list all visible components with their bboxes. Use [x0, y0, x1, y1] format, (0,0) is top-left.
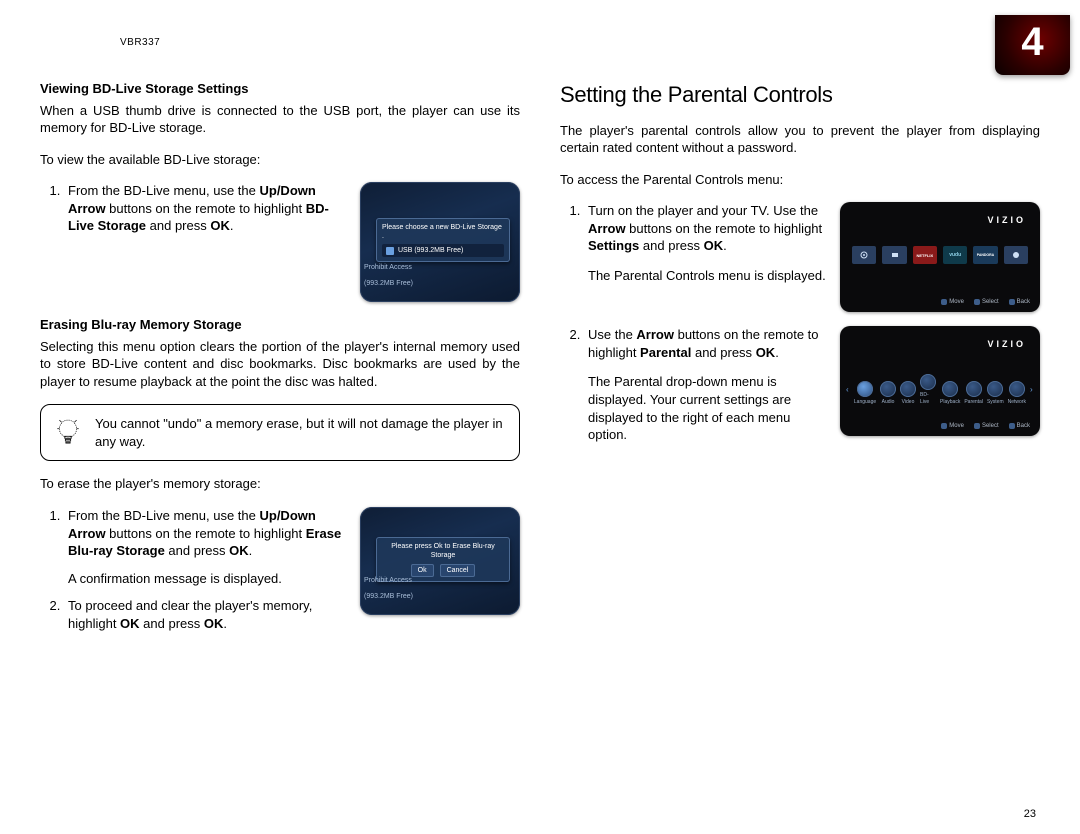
vizio-logo: VIZIO	[987, 214, 1026, 226]
thumb-usb-label: USB (993.2MB Free)	[398, 246, 463, 255]
thumb-side-label: Prohibit Access	[364, 263, 412, 272]
thumb-cancel-button: Cancel	[440, 564, 476, 577]
settings-icon-audio: Audio	[880, 381, 896, 406]
app-tile-pandora: PANDORA	[973, 246, 997, 264]
right-column: Setting the Parental Controls The player…	[560, 80, 1040, 804]
usb-icon	[386, 247, 394, 255]
app-tile-vudu: vudu	[943, 246, 967, 264]
app-tile-settings	[852, 246, 876, 264]
app-tile	[882, 246, 906, 264]
page-number: 23	[1024, 807, 1036, 822]
nav-hint-back: Back	[1009, 298, 1030, 306]
body-text: The player's parental controls allow you…	[560, 122, 1040, 157]
step-row-parental-1: Turn on the player and your TV. Use the …	[560, 202, 1040, 312]
settings-icon-parental: Parental	[964, 381, 983, 406]
vizio-logo: VIZIO	[987, 338, 1026, 350]
lead-text: To erase the player's memory storage:	[40, 475, 520, 493]
body-text: Selecting this menu option clears the po…	[40, 338, 520, 391]
nav-hint-back: Back	[1009, 422, 1030, 430]
screenshot-erase-storage: Please press Ok to Erase Blu-ray Storage…	[360, 507, 520, 615]
tip-callout: You cannot "undo" a memory erase, but it…	[40, 404, 520, 461]
step-item: To proceed and clear the player's memory…	[64, 597, 346, 632]
body-text: When a USB thumb drive is connected to t…	[40, 102, 520, 137]
thumb-msg: Please choose a new BD-Live Storage .	[382, 223, 504, 241]
settings-icon-network: Network	[1008, 381, 1026, 406]
step-row-parental-2: Use the Arrow buttons on the remote to h…	[560, 326, 1040, 455]
lead-text: To view the available BD-Live storage:	[40, 151, 520, 169]
nav-hint-select: Select	[974, 298, 999, 306]
model-number: VBR337	[120, 36, 160, 50]
step-item: Turn on the player and your TV. Use the …	[584, 202, 826, 284]
screenshot-vizio-home: VIZIO NETFLIX vudu PANDORA M	[840, 202, 1040, 312]
step-row-2: From the BD-Live menu, use the Up/Down A…	[40, 507, 520, 644]
thumb-msg: Please press Ok to Erase Blu-ray Storage	[382, 542, 504, 560]
settings-icon-video: Video	[900, 381, 916, 406]
thumb-side-label: Prohibit Access	[364, 576, 412, 585]
nav-hint-select: Select	[974, 422, 999, 430]
screenshot-bdlive-storage: Please choose a new BD-Live Storage . US…	[360, 182, 520, 302]
app-tile-netflix: NETFLIX	[913, 246, 937, 264]
step-item: From the BD-Live menu, use the Up/Down A…	[64, 182, 346, 235]
nav-hint-move: Move	[941, 298, 964, 306]
thumb-side-label: (993.2MB Free)	[364, 279, 413, 288]
settings-icon-bdlive: BD-Live	[920, 374, 936, 406]
settings-icon-language: Language	[854, 381, 876, 406]
section-head-erase: Erasing Blu-ray Memory Storage	[40, 316, 520, 334]
thumb-side-label: (993.2MB Free)	[364, 592, 413, 601]
step-after: The Parental drop-down menu is displayed…	[588, 374, 791, 442]
chapter-tab: 4	[995, 15, 1070, 75]
screenshot-vizio-settings: VIZIO ‹ Language Audio Video BD-Live Pla…	[840, 326, 1040, 436]
app-tile	[1004, 246, 1028, 264]
step-item: From the BD-Live menu, use the Up/Down A…	[64, 507, 346, 587]
section-head-bdlive-storage: Viewing BD-Live Storage Settings	[40, 80, 520, 98]
section-heading: Setting the Parental Controls	[560, 80, 1040, 110]
lead-text: To access the Parental Controls menu:	[560, 171, 1040, 189]
nav-hint-move: Move	[941, 422, 964, 430]
chevron-left-icon: ‹	[846, 385, 850, 395]
settings-icon-playback: Playback	[940, 381, 960, 406]
step-after: The Parental Controls menu is displayed.	[588, 268, 826, 283]
page-content: Viewing BD-Live Storage Settings When a …	[40, 80, 1040, 804]
settings-icon-system: System	[987, 381, 1004, 406]
lightbulb-icon	[55, 418, 81, 448]
thumb-ok-button: Ok	[411, 564, 434, 577]
chevron-right-icon: ›	[1030, 385, 1034, 395]
tip-text: You cannot "undo" a memory erase, but it…	[95, 415, 507, 450]
step-row-1: From the BD-Live menu, use the Up/Down A…	[40, 182, 520, 302]
left-column: Viewing BD-Live Storage Settings When a …	[40, 80, 520, 804]
step-after: A confirmation message is displayed.	[68, 571, 282, 586]
step-item: Use the Arrow buttons on the remote to h…	[584, 326, 826, 443]
